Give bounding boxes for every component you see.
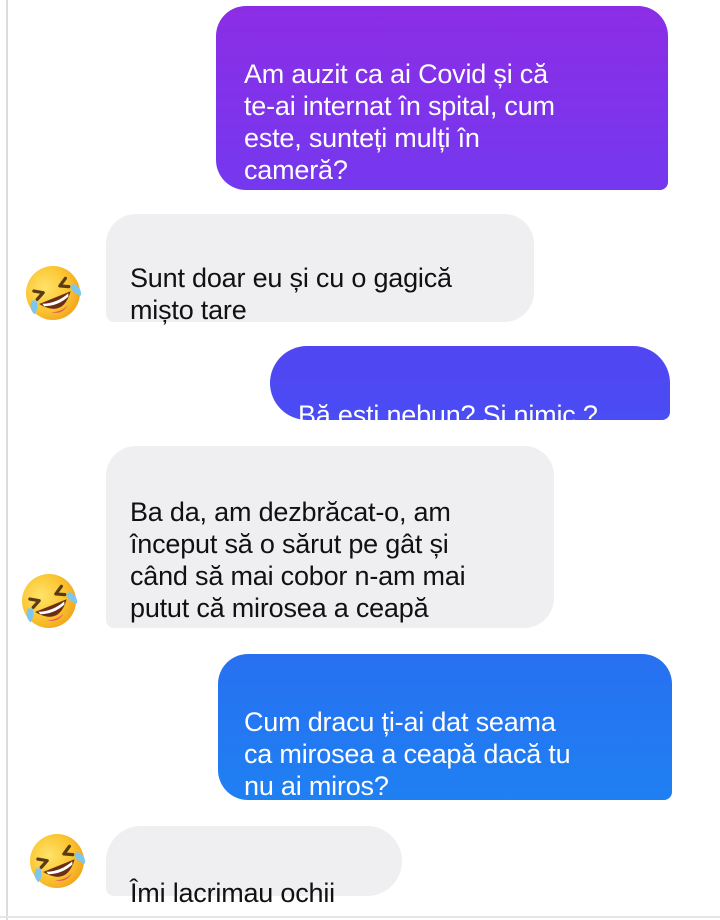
message-text: Cum dracu ți-ai dat seama ca mirosea a c… — [244, 707, 571, 801]
received-message-bubble[interactable]: Îmi lacrimau ochii — [106, 826, 402, 908]
frame-border-bottom — [0, 916, 720, 918]
sent-message-bubble[interactable]: Cum dracu ți-ai dat seama ca mirosea a c… — [218, 654, 672, 801]
rolling-laughing-emoji-icon — [21, 574, 78, 628]
rolling-laughing-emoji-icon — [25, 266, 82, 320]
received-message-bubble[interactable]: Ba da, am dezbrăcat-o, am început să o s… — [106, 446, 554, 628]
message-text: Îmi lacrimau ochii — [130, 878, 335, 908]
sent-message-bubble[interactable]: Am auzit ca ai Covid și că te-ai interna… — [216, 6, 668, 190]
message-text: Sunt doar eu și cu o gagică mișto tare — [130, 263, 452, 325]
rolling-laughing-emoji-icon — [29, 834, 86, 888]
received-message-bubble[interactable]: Sunt doar eu și cu o gagică mișto tare — [106, 214, 534, 325]
message-text: Am auzit ca ai Covid și că te-ai interna… — [244, 59, 555, 185]
message-text: Ba da, am dezbrăcat-o, am început să o s… — [130, 497, 466, 623]
message-text: Bă ești nebun? Și nimic ? — [298, 400, 598, 430]
sent-message-bubble[interactable]: Bă ești nebun? Și nimic ? — [270, 346, 670, 430]
frame-border — [6, 0, 8, 920]
